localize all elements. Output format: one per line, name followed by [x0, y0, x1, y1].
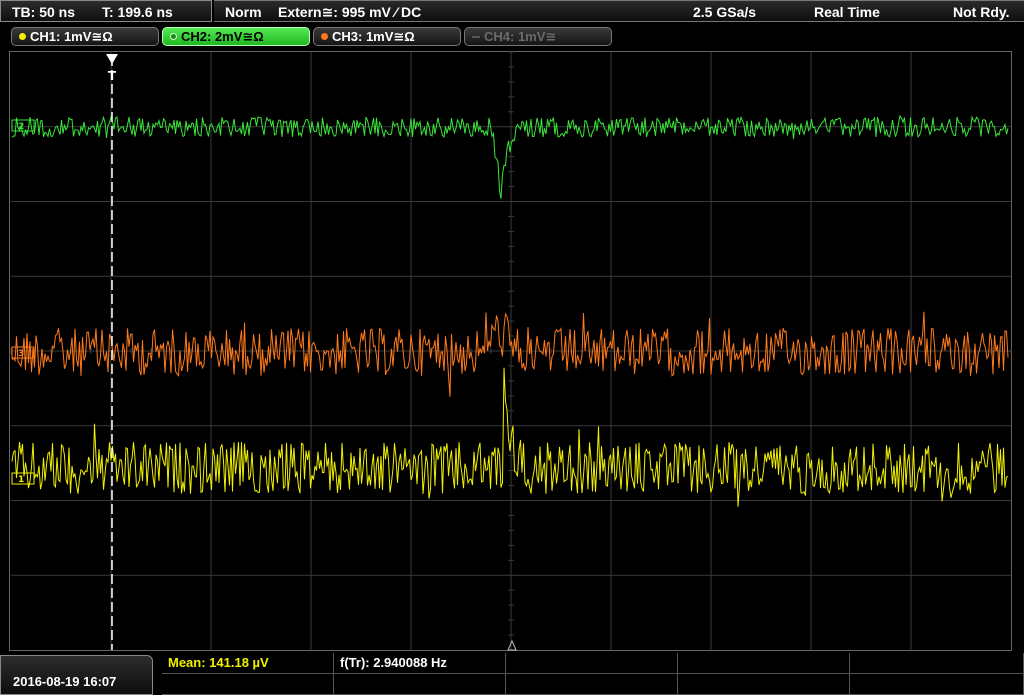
- measurement-frequency: f(Tr): 2.940088 Hz: [340, 655, 447, 670]
- trace-marker-ch1-label: 1: [18, 475, 24, 485]
- measurement-mean: Mean: 141.18 µV: [168, 655, 269, 670]
- measurement-empty-cell[interactable]: [506, 674, 678, 695]
- waveform-plot: T 2 3 1: [10, 51, 1012, 651]
- measurement-empty-cell[interactable]: [850, 653, 1024, 674]
- ch3-trace: [11, 311, 1009, 397]
- datetime-panel: 2016-08-19 16:07: [0, 655, 153, 695]
- trigger-arrow-icon[interactable]: [106, 54, 118, 64]
- measurement-empty-cell[interactable]: [678, 674, 850, 695]
- traces: [11, 114, 1009, 507]
- measurement-empty-cell[interactable]: [850, 674, 1024, 695]
- measurement-frequency-cell[interactable]: f(Tr): 2.940088 Hz: [334, 653, 506, 674]
- time-reference-icon[interactable]: [507, 639, 517, 651]
- measurement-empty-cell[interactable]: [678, 653, 850, 674]
- measurement-empty-cell[interactable]: [334, 674, 506, 695]
- trigger-position-line[interactable]: T: [106, 54, 118, 650]
- measurement-table: Mean: 141.18 µV f(Tr): 2.940088 Hz: [162, 653, 1024, 695]
- measurement-empty-cell[interactable]: [162, 674, 334, 695]
- trace-marker-ch2-label: 2: [18, 122, 24, 132]
- measurement-empty-cell[interactable]: [506, 653, 678, 674]
- datetime: 2016-08-19 16:07: [13, 674, 117, 689]
- graticule: [10, 51, 1012, 651]
- measurement-mean-cell[interactable]: Mean: 141.18 µV: [162, 653, 334, 674]
- trigger-marker-label: T: [108, 69, 117, 83]
- trace-marker-ch3-label: 3: [18, 349, 24, 359]
